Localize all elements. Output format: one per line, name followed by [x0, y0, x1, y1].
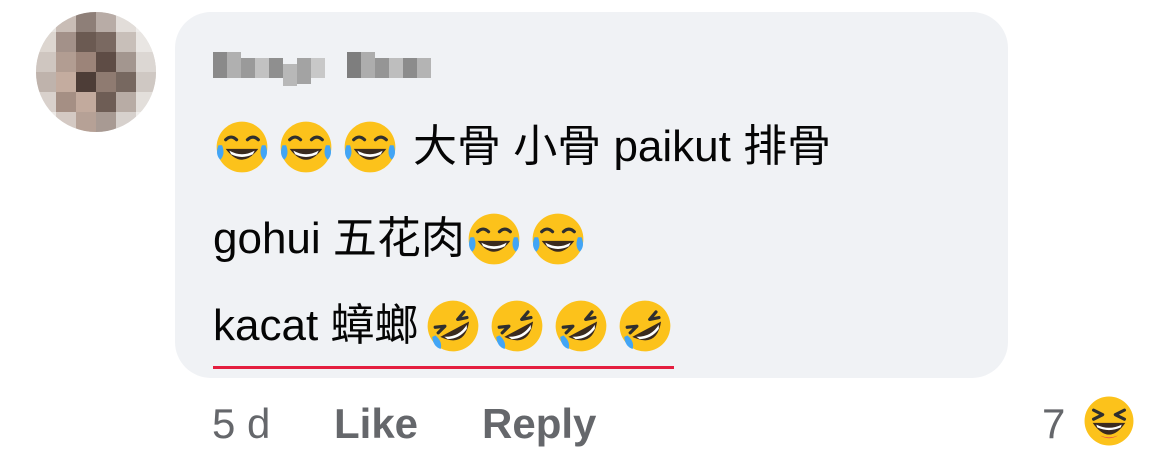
- rofl-emoji-icon: [488, 297, 546, 355]
- joy-emoji-icon: [529, 210, 587, 268]
- comment-line-2: gohui 五花肉: [213, 210, 587, 268]
- comment-timestamp[interactable]: 5 d: [212, 398, 270, 450]
- comment-text-2: gohui 五花肉: [213, 214, 465, 263]
- joy-emoji-icon: [213, 118, 271, 176]
- rofl-emoji-icon: [424, 297, 482, 355]
- avatar[interactable]: [36, 12, 156, 132]
- comment-container: 大骨 小骨 paikut 排骨 gohui 五花肉 kacat 蟑螂 5 d L…: [0, 0, 1170, 467]
- comment-line-1: 大骨 小骨 paikut 排骨: [213, 118, 831, 176]
- comment-line-3: kacat 蟑螂: [213, 297, 675, 369]
- rofl-emoji-icon: [616, 297, 674, 355]
- joy-emoji-icon: [277, 118, 335, 176]
- like-button[interactable]: Like: [334, 398, 418, 450]
- joy-emoji-icon: [341, 118, 399, 176]
- reply-button[interactable]: Reply: [482, 398, 596, 450]
- comment-text-3: kacat 蟑螂: [213, 301, 419, 350]
- rofl-emoji-icon: [552, 297, 610, 355]
- joy-emoji-icon: [465, 210, 523, 268]
- reaction-count[interactable]: 7: [1042, 398, 1065, 450]
- comment-text-1: 大骨 小骨 paikut 排骨: [413, 122, 832, 171]
- comment-bubble: 大骨 小骨 paikut 排骨 gohui 五花肉 kacat 蟑螂: [175, 12, 1008, 378]
- author-name[interactable]: [213, 46, 435, 86]
- laughing-face-icon[interactable]: [1080, 392, 1138, 450]
- spellcheck-underline: [213, 366, 675, 369]
- spellcheck-flagged-text: kacat 蟑螂: [213, 297, 675, 369]
